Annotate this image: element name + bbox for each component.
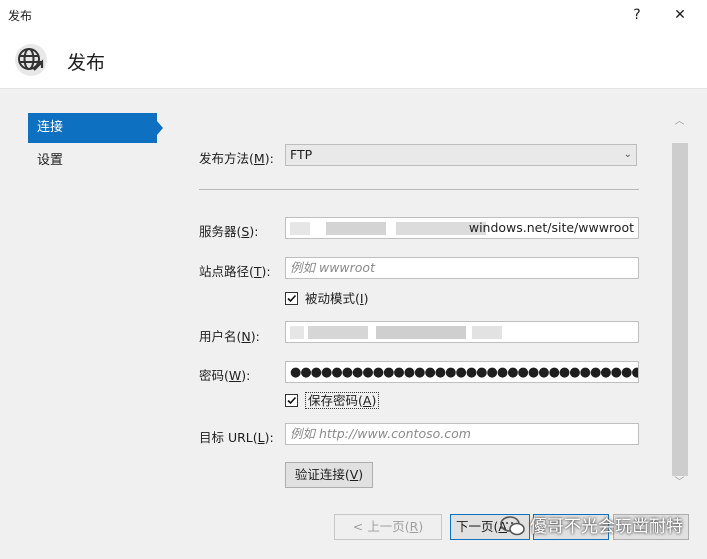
window-title: 发布 (8, 9, 33, 23)
server-input[interactable]: windows.net/site/wwwroot (285, 217, 639, 239)
redacted-block (376, 326, 466, 339)
site-path-input[interactable]: 例如 wwwroot (285, 257, 639, 279)
close-button[interactable]: ✕ (668, 4, 692, 26)
redacted-block (308, 326, 368, 339)
publish-method-value: FTP (290, 147, 313, 162)
check-icon (285, 292, 298, 305)
scrollbar[interactable]: ︿ ﹀ (671, 110, 688, 495)
redacted-block (290, 222, 310, 235)
password-input[interactable]: ●●●●●●●●●●●●●●●●●●●●●●●●●●●●●●●●●●●●●●●●… (285, 361, 639, 383)
title-bar: 发布 ? ✕ (0, 0, 707, 30)
dialog-header: 发布 (0, 30, 707, 89)
page-title: 发布 (67, 52, 106, 74)
save-password-checkbox[interactable]: 保存密码(A) (285, 392, 380, 410)
password-label: 密码(W): (199, 368, 251, 383)
site-path-label: 站点路径(T): (199, 264, 271, 279)
scroll-up-icon[interactable]: ︿ (671, 114, 688, 130)
target-url-input[interactable]: 例如 http://www.contoso.com (285, 423, 639, 445)
sidebar-item-label: 连接 (37, 120, 64, 135)
password-value: ●●●●●●●●●●●●●●●●●●●●●●●●●●●●●●●●●●●●●●●●… (290, 365, 639, 380)
save-password-label: 保存密码(A) (305, 392, 380, 409)
server-value: windows.net/site/wwwroot (468, 220, 634, 235)
check-icon (285, 394, 298, 407)
sidebar-item-label: 设置 (37, 153, 64, 168)
target-url-label: 目标 URL(L): (199, 430, 274, 445)
redacted-block (472, 326, 502, 339)
section-divider (199, 189, 639, 190)
scroll-down-icon[interactable]: ﹀ (671, 475, 688, 491)
watermark-text: 優哥不光会玩凿耐特 (530, 517, 683, 537)
passive-mode-checkbox[interactable]: 被动模式(I) (285, 290, 368, 308)
chevron-down-icon: ⌄ (623, 149, 632, 160)
publish-method-select[interactable]: FTP ⌄ (285, 144, 637, 166)
validate-connection-button[interactable]: 验证连接(V) (285, 462, 373, 488)
redacted-block (326, 222, 386, 235)
server-label: 服务器(S): (199, 224, 259, 239)
redacted-block (290, 326, 304, 339)
username-label: 用户名(N): (199, 329, 260, 344)
help-button[interactable]: ? (628, 4, 646, 26)
passive-mode-label: 被动模式(I) (305, 291, 369, 306)
prev-page-button[interactable]: < 上一页(R) (334, 514, 442, 540)
wechat-icon (500, 516, 525, 536)
globe-publish-icon (15, 44, 47, 76)
sidebar-item-settings[interactable]: 设置 (28, 146, 157, 176)
username-input[interactable] (285, 321, 639, 343)
sidebar-item-connection[interactable]: 连接 (28, 113, 163, 143)
publish-method-label: 发布方法(M): (199, 151, 274, 166)
watermark: 優哥不光会玩凿耐特 (500, 512, 683, 542)
scroll-thumb[interactable] (672, 143, 688, 476)
